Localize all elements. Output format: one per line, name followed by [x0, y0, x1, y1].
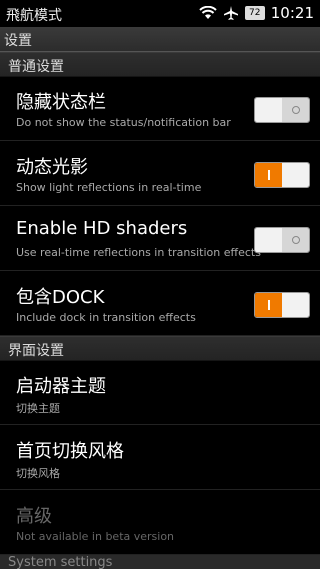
setting-hd-shaders[interactable]: Enable HD shaders Use real-time reflecti…	[0, 206, 320, 271]
setting-title: 高级	[16, 506, 52, 527]
section-title: 界面设置	[8, 343, 64, 359]
section-header-system: System settings	[0, 555, 320, 569]
setting-subtitle: Do not show the status/notification bar	[16, 116, 231, 129]
setting-launcher-theme[interactable]: 启动器主题 切换主题	[0, 360, 320, 425]
setting-subtitle: Include dock in transition effects	[16, 311, 196, 324]
setting-title: 首页切换风格	[16, 441, 124, 462]
toggle-off-indicator-icon	[291, 236, 300, 244]
setting-subtitle: Not available in beta version	[16, 530, 175, 543]
dynamic-light-toggle[interactable]	[254, 162, 310, 188]
hide-statusbar-toggle[interactable]	[254, 97, 310, 123]
setting-title: Enable HD shaders	[16, 218, 188, 239]
setting-title: 包含DOCK	[16, 287, 105, 308]
wifi-icon	[199, 6, 217, 19]
hd-shaders-toggle[interactable]	[254, 227, 310, 253]
setting-subtitle: Show light reflections in real-time	[16, 181, 202, 194]
section-header-interface: 界面设置	[0, 336, 320, 361]
status-bar: 飛航模式 72 10:21	[0, 0, 320, 27]
toggle-on-indicator-icon	[267, 170, 270, 180]
title-bar: 设置	[0, 27, 320, 52]
setting-title: 动态光影	[16, 157, 88, 178]
setting-dynamic-light[interactable]: 动态光影 Show light reflections in real-time	[0, 141, 320, 206]
battery-icon: 72	[244, 6, 265, 20]
setting-subtitle: 切换风格	[16, 467, 60, 480]
setting-advanced: 高级 Not available in beta version	[0, 490, 320, 555]
setting-include-dock[interactable]: 包含DOCK Include dock in transition effect…	[0, 271, 320, 336]
setting-home-transition-style[interactable]: 首页切换风格 切换风格	[0, 425, 320, 490]
status-icons: 72 10:21	[199, 4, 314, 22]
carrier-label: 飛航模式	[6, 8, 62, 24]
toggle-off-indicator-icon	[291, 106, 300, 114]
section-title: 普通设置	[8, 59, 64, 75]
section-header-general: 普通设置	[0, 52, 320, 77]
setting-title: 启动器主题	[16, 376, 106, 397]
airplane-icon	[223, 6, 238, 20]
clock: 10:21	[270, 4, 314, 22]
page-title: 设置	[4, 33, 32, 49]
setting-subtitle: Use real-time reflections in transition …	[16, 246, 261, 259]
setting-hide-statusbar[interactable]: 隐藏状态栏 Do not show the status/notificatio…	[0, 76, 320, 141]
toggle-on-indicator-icon	[267, 300, 270, 310]
setting-subtitle: 切换主题	[16, 402, 60, 415]
section-title: System settings	[8, 555, 113, 569]
setting-title: 隐藏状态栏	[16, 92, 106, 113]
include-dock-toggle[interactable]	[254, 292, 310, 318]
